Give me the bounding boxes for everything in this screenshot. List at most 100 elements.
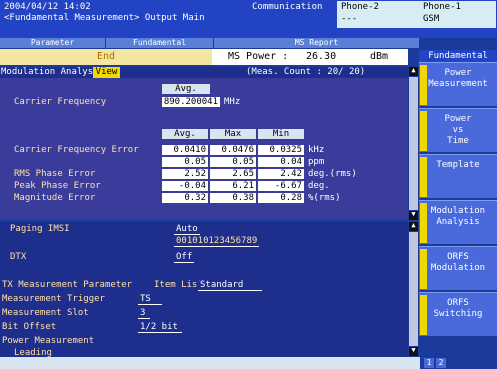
paging-imsi-value[interactable]: 001010123456789 [174, 237, 260, 247]
function-key-tag [420, 157, 427, 197]
ms-power-unit: dBm [370, 51, 389, 62]
sidebar-button-label: vs [452, 125, 464, 135]
avg-header: Avg. [162, 84, 210, 94]
function-key-tag [420, 111, 427, 151]
page-1-button[interactable]: 1 [424, 358, 434, 368]
col-header-avg: Avg. [162, 129, 208, 139]
peak-phase-error-label: Peak Phase Error [14, 181, 101, 191]
ms-power-value: 26.30 [306, 51, 337, 62]
measurement-state: End [0, 49, 212, 65]
view-button[interactable]: View [93, 67, 120, 78]
col-header-max: Max [210, 129, 256, 139]
carrier-freq-error-khz-unit: kHz [308, 145, 325, 155]
sidebar-button-power-measurement[interactable]: Power Measurement [419, 62, 497, 106]
tab-ms-report[interactable]: MS Report [214, 38, 420, 48]
carrier-freq-error-ppm-max: 0.05 [210, 157, 256, 167]
function-key-tag [420, 203, 427, 243]
rms-phase-error-label: RMS Phase Error [14, 169, 96, 179]
peak-phase-error-max: 6.21 [210, 181, 256, 191]
rms-phase-error-min: 2.42 [258, 169, 304, 179]
scroll-up-icon[interactable]: ▲ [409, 222, 418, 231]
item-list-value[interactable]: Standard [198, 281, 262, 291]
sidebar-button-label: Modulation [430, 263, 486, 273]
dtx-value[interactable]: Off [174, 253, 195, 263]
carrier-freq-error-khz-max: 0.0476 [210, 145, 256, 155]
sidebar-button-label: ORFS [447, 298, 469, 308]
magnitude-error-unit: %(rms) [308, 193, 341, 203]
carrier-freq-error-ppm-unit: ppm [308, 157, 325, 167]
rms-phase-error-unit: deg.(rms) [308, 169, 357, 179]
phone2-name: Phone-2 [341, 2, 379, 12]
trigger-label: Measurement Trigger [2, 294, 105, 304]
upper-scrollbar[interactable]: ▲ ▼ [409, 67, 418, 221]
peak-phase-error-unit: deg. [308, 181, 330, 191]
carrier-freq-error-khz-label: Carrier Frequency Error [14, 145, 139, 155]
scroll-track[interactable] [409, 232, 418, 346]
dtx-label: DTX [10, 252, 27, 262]
magnitude-error-min: 0.28 [258, 193, 304, 203]
rms-phase-error-max: 2.65 [210, 169, 256, 179]
phone1-value: GSM [423, 14, 440, 24]
peak-phase-error-avg: -0.04 [162, 181, 208, 191]
sidebar-button-label: Template [436, 160, 480, 170]
function-key-tag [420, 249, 427, 289]
sidebar-button-template[interactable]: Template [419, 154, 497, 198]
screen-subtitle: <Fundamental Measurement> Output Main [4, 13, 205, 23]
status-bar: End MS Power : 26.30 dBm [0, 49, 408, 65]
phone2-status: Phone-2 --- [337, 1, 419, 28]
slot-label: Measurement Slot [2, 308, 89, 318]
scroll-down-icon[interactable]: ▼ [409, 211, 418, 220]
paging-imsi-label: Paging IMSI [10, 224, 70, 234]
phone1-name: Phone-1 [423, 2, 461, 12]
tab-bar: Parameter Fundamental MS Report [0, 38, 420, 48]
datetime: 2004/04/12 14:02 [4, 2, 91, 12]
meas-count: (Meas. Count : 20/ 20) [246, 67, 366, 77]
sidebar-button-label: ORFS [447, 252, 469, 262]
screen-root: 2004/04/12 14:02 <Fundamental Measuremen… [0, 0, 497, 369]
col-header-min: Min [258, 129, 304, 139]
carrier-freq-error-ppm-avg: 0.05 [162, 157, 208, 167]
modulation-header: Modulation Analysis View (Meas. Count : … [0, 67, 408, 78]
scroll-track[interactable] [409, 77, 418, 210]
top-bar: 2004/04/12 14:02 <Fundamental Measuremen… [0, 0, 497, 38]
bit-offset-label: Bit Offset [2, 322, 57, 332]
peak-phase-error-min: -6.67 [258, 181, 304, 191]
carrier-frequency-unit: MHz [224, 97, 241, 107]
carrier-freq-error-ppm-min: 0.04 [258, 157, 304, 167]
sidebar-button-modulation-analysis[interactable]: Modulation Analysis [419, 200, 497, 244]
function-key-tag [420, 295, 427, 335]
magnitude-error-max: 0.38 [210, 193, 256, 203]
scroll-down-icon[interactable]: ▼ [409, 347, 418, 356]
function-key-sidebar: Fundamental Power Measurement Power vs Time T… [419, 38, 497, 369]
scroll-up-icon[interactable]: ▲ [409, 67, 418, 76]
paging-imsi-mode[interactable]: Auto [174, 225, 200, 235]
tab-parameter[interactable]: Parameter [0, 38, 106, 48]
page-2-button[interactable]: 2 [436, 358, 446, 368]
sidebar-button-label: Time [447, 136, 469, 146]
modulation-panel: Avg. Carrier Frequency 890.200041 MHz Av… [0, 78, 408, 220]
phone1-status: Phone-1 GSM [419, 1, 496, 28]
sidebar-button-orfs-modulation[interactable]: ORFS Modulation [419, 246, 497, 290]
bottom-bar [0, 357, 420, 369]
slot-value[interactable]: 3 [138, 309, 150, 319]
parameter-panel: Paging IMSI Auto 001010123456789 DTX Off… [0, 222, 408, 358]
sidebar-button-label: Measurement [428, 79, 488, 89]
magnitude-error-avg: 0.32 [162, 193, 208, 203]
power-meas-label: Power Measurement [2, 336, 95, 346]
carrier-freq-error-khz-min: 0.0325 [258, 145, 304, 155]
trigger-value[interactable]: TS [138, 295, 162, 305]
tab-fundamental[interactable]: Fundamental [106, 38, 214, 48]
sidebar-button-label: Modulation [430, 206, 486, 216]
communication-status: Communication [252, 2, 323, 12]
rms-phase-error-avg: 2.52 [162, 169, 208, 179]
lower-scrollbar[interactable]: ▲ ▼ [409, 222, 418, 357]
sidebar-button-power-vs-time[interactable]: Power vs Time [419, 108, 497, 152]
ms-power-label: MS Power : [228, 51, 289, 62]
sidebar-button-label: Analysis [436, 217, 480, 227]
sidebar-button-orfs-switching[interactable]: ORFS Switching [419, 292, 497, 336]
carrier-frequency-value: 890.200041 [162, 97, 220, 107]
carrier-freq-error-khz-avg: 0.0410 [162, 145, 208, 155]
phone2-value: --- [341, 14, 358, 24]
carrier-frequency-label: Carrier Frequency [14, 97, 107, 107]
bit-offset-value[interactable]: 1/2 bit [138, 323, 182, 333]
